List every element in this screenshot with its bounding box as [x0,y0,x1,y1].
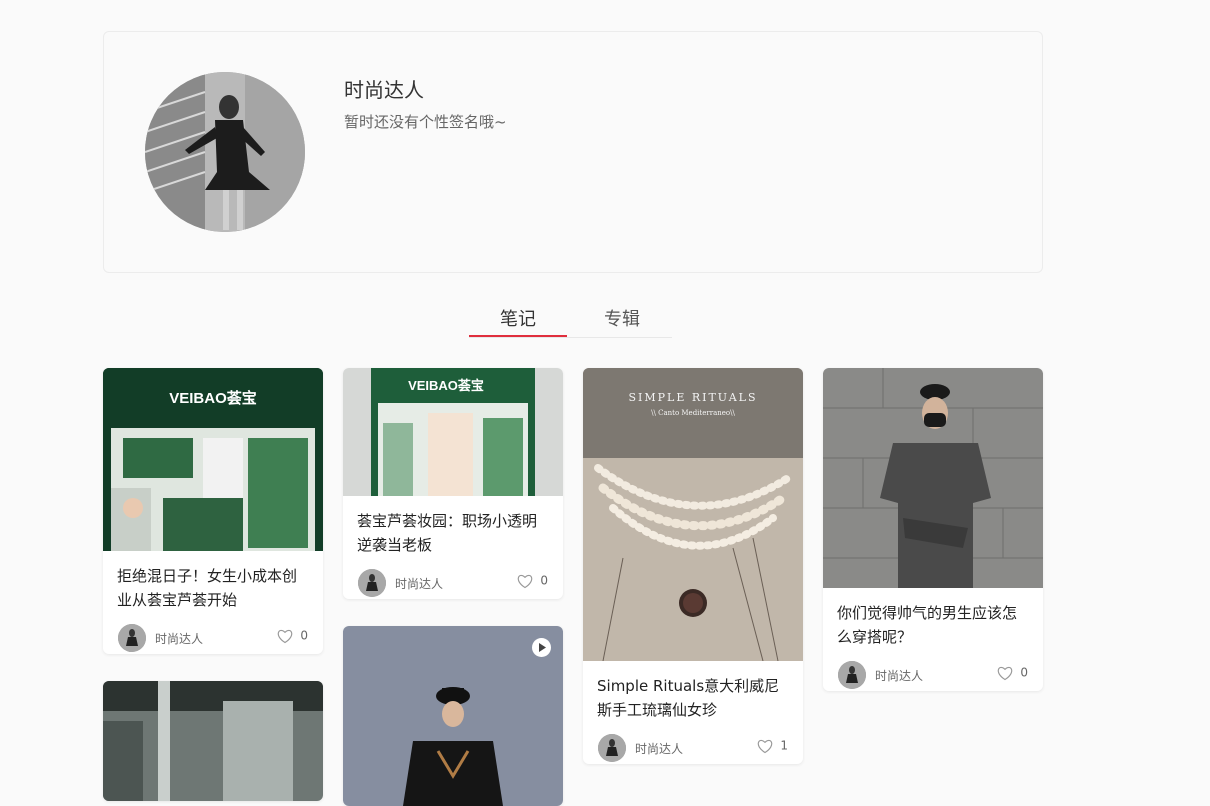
note-title[interactable]: 你们觉得帅气的男生应该怎么穿搭呢？ [823,601,1043,649]
play-button[interactable] [532,638,551,657]
cover-subtext: \\ Canto Mediterraneo\\ [651,409,735,417]
author-avatar[interactable] [118,624,146,652]
store-cover-image: VEIBAO荟宝 [343,368,563,496]
author-avatar[interactable] [358,569,386,597]
profile-name: 时尚达人 [344,78,424,102]
author-name[interactable]: 时尚达人 [875,667,923,684]
heart-icon [278,629,293,644]
cover-image [103,681,323,801]
author-name[interactable]: 时尚达人 [395,575,443,592]
heart-icon [758,739,773,754]
note-meta: 时尚达人 0 [118,624,308,654]
like-count: 0 [540,573,548,588]
video-cover-image [343,626,563,806]
store-cover-image: VEIBAO荟宝 [103,368,323,551]
note-cover[interactable] [823,368,1043,588]
like-button[interactable]: 0 [516,573,548,589]
note-card[interactable]: 你们觉得帅气的男生应该怎么穿搭呢？ 时尚达人 0 [823,368,1043,691]
play-icon [539,643,546,652]
outfit-cover-image [823,368,1043,588]
note-cover[interactable] [343,626,563,806]
like-button[interactable]: 0 [996,665,1028,681]
tab-albums[interactable]: 专辑 [573,306,671,337]
heart-icon [998,666,1013,681]
note-meta: 时尚达人 0 [358,569,548,599]
avatar-photo [145,72,305,232]
note-cover[interactable]: SIMPLE RITUALS \\ Canto Mediterraneo\\ [583,368,803,661]
profile-card: 时尚达人 暂时还没有个性签名哦~ [103,31,1043,273]
like-count: 0 [300,628,308,643]
note-cover[interactable]: VEIBAO荟宝 [343,368,563,496]
profile-signature: 暂时还没有个性签名哦~ [344,113,507,131]
cover-brand-text: SIMPLE RITUALS [628,391,757,404]
avatar[interactable] [145,72,305,232]
like-button[interactable]: 1 [756,738,788,754]
author-avatar[interactable] [598,734,626,762]
heart-icon [518,574,533,589]
note-card[interactable]: VEIBAO荟宝 拒绝混日子！女生小成本创业从荟宝芦荟开始 时尚达人 0 [103,368,323,654]
like-count: 1 [780,738,788,753]
note-title[interactable]: 拒绝混日子！女生小成本创业从荟宝芦荟开始 [103,564,323,612]
note-title[interactable]: 荟宝芦荟妆园：职场小透明逆袭当老板 [343,509,563,557]
tab-bar: 笔记 专辑 [469,306,672,338]
tab-notes[interactable]: 笔记 [469,306,567,337]
author-name[interactable]: 时尚达人 [155,630,203,647]
note-title[interactable]: Simple Rituals意大利威尼斯手工琉璃仙女珍 [583,674,803,722]
note-meta: 时尚达人 0 [838,661,1028,691]
note-card[interactable] [103,681,323,801]
note-card[interactable]: VEIBAO荟宝 荟宝芦荟妆园：职场小透明逆袭当老板 时尚达人 0 [343,368,563,599]
jewelry-cover-image: SIMPLE RITUALS \\ Canto Mediterraneo\\ [583,368,803,661]
cover-brand-text: VEIBAO荟宝 [408,378,484,393]
note-meta: 时尚达人 1 [598,734,788,764]
note-cover[interactable] [103,681,323,801]
note-card[interactable]: SIMPLE RITUALS \\ Canto Mediterraneo\\ S… [583,368,803,764]
like-count: 0 [1020,665,1028,680]
note-card[interactable] [343,626,563,806]
author-avatar[interactable] [838,661,866,689]
cover-brand-text: VEIBAO荟宝 [169,389,257,407]
like-button[interactable]: 0 [276,628,308,644]
note-cover[interactable]: VEIBAO荟宝 [103,368,323,551]
author-name[interactable]: 时尚达人 [635,740,683,757]
